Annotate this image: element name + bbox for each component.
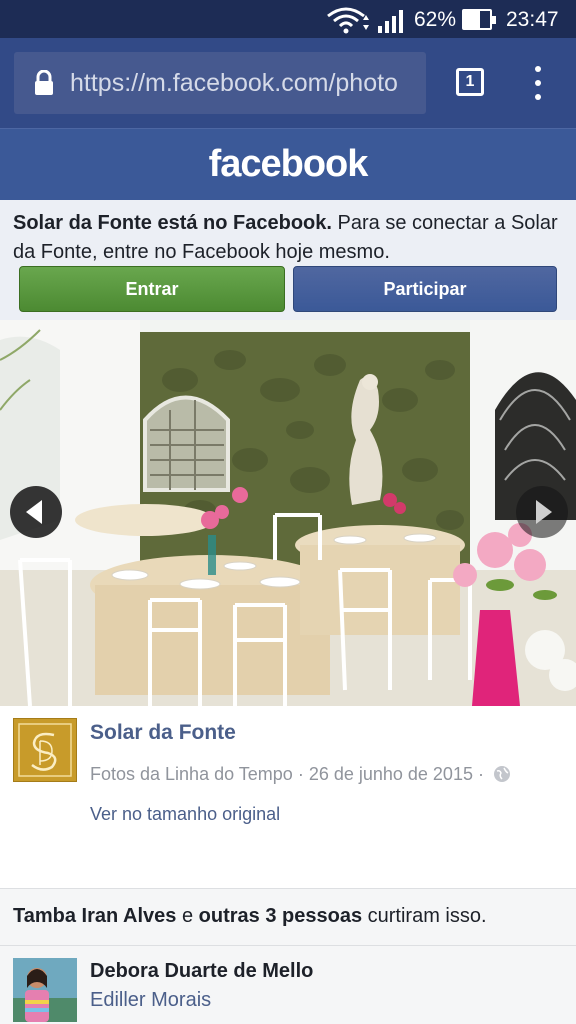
page-logo-icon — [18, 723, 72, 777]
url-bar[interactable]: https://m.facebook.com/photo — [14, 52, 426, 114]
liker-name[interactable]: Tamba Iran Alves — [13, 905, 176, 927]
chevron-right-icon — [536, 500, 552, 524]
battery-fill — [464, 11, 481, 28]
url-text[interactable]: https://m.facebook.com/photo — [70, 69, 398, 98]
post-meta: Fotos da Linha do Tempo · 26 de junho de… — [90, 764, 511, 785]
page-name-link[interactable]: Solar da Fonte — [90, 721, 236, 745]
comment-author-link[interactable]: Debora Duarte de Mello — [90, 960, 313, 983]
login-prompt-text: Solar da Fonte está no Facebook. Para se… — [13, 209, 563, 267]
signup-button[interactable]: Participar — [293, 266, 557, 312]
avatar[interactable] — [13, 958, 77, 1022]
status-bar: 62% 23:47 — [0, 0, 576, 38]
event-venue-photo — [0, 320, 576, 706]
browser-toolbar: https://m.facebook.com/photo 1 — [0, 38, 576, 128]
clock: 23:47 — [506, 8, 559, 31]
view-original-link[interactable]: Ver no tamanho original — [90, 804, 280, 825]
facebook-logo[interactable]: facebook — [0, 143, 576, 186]
post-date[interactable]: 26 de junho de 2015 — [309, 764, 473, 784]
battery-icon — [462, 9, 496, 30]
tabs-icon[interactable]: 1 — [456, 68, 484, 96]
previous-photo-button[interactable] — [10, 486, 62, 538]
album-link[interactable]: Fotos da Linha do Tempo — [90, 764, 293, 784]
photo-viewer[interactable] — [0, 320, 576, 706]
globe-icon — [493, 766, 510, 782]
meta-separator: · — [472, 764, 489, 784]
signal-icon — [378, 10, 403, 33]
facebook-header: facebook — [0, 128, 576, 200]
battery-nub — [492, 16, 496, 24]
profile-photo — [13, 958, 77, 1022]
comment-item: Debora Duarte de Mello Ediller Morais — [0, 946, 576, 1024]
login-button[interactable]: Entrar — [19, 266, 285, 312]
comment-text[interactable]: Ediller Morais — [90, 989, 211, 1012]
likes-summary[interactable]: Tamba Iran Alves e outras 3 pessoas curt… — [0, 888, 576, 946]
login-prompt: Solar da Fonte está no Facebook. Para se… — [0, 200, 576, 320]
wifi-icon — [327, 7, 369, 34]
other-likers-link[interactable]: outras 3 pessoas — [199, 905, 362, 927]
page-avatar[interactable] — [13, 718, 77, 782]
likes-suffix: curtiram isso. — [362, 905, 487, 927]
meta-separator: · — [292, 764, 309, 784]
next-photo-button[interactable] — [516, 486, 568, 538]
post-info: Solar da Fonte Fotos da Linha do Tempo ·… — [0, 706, 576, 888]
likes-connector: e — [176, 905, 199, 927]
login-prompt-bold: Solar da Fonte está no Facebook. — [13, 212, 332, 234]
chevron-left-icon — [26, 500, 42, 524]
overflow-menu-icon[interactable] — [528, 66, 548, 100]
likes-text: Tamba Iran Alves e outras 3 pessoas curt… — [13, 905, 487, 928]
battery-percent: 62% — [414, 8, 457, 31]
lock-icon — [35, 70, 53, 95]
